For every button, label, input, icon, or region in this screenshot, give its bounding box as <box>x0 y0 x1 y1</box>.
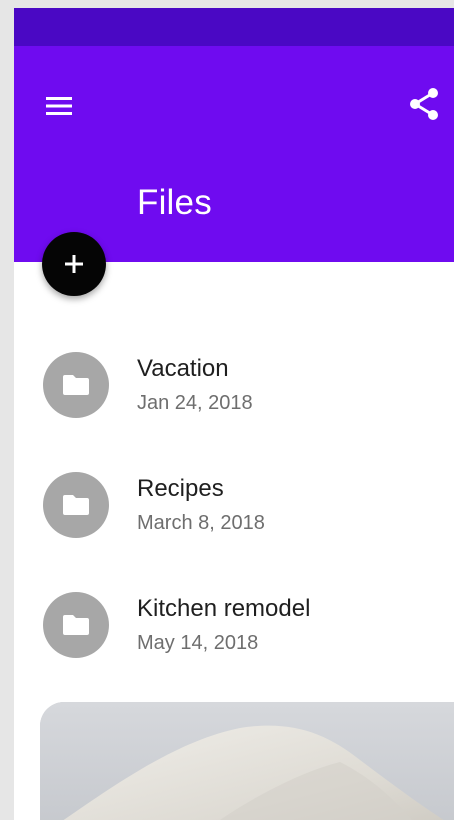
app-bar: Files <box>14 46 454 262</box>
status-bar <box>14 8 454 46</box>
add-button[interactable] <box>42 232 106 296</box>
page-title: Files <box>137 183 212 222</box>
file-name: Vacation <box>137 355 229 382</box>
file-date: May 14, 2018 <box>137 632 259 654</box>
folder-avatar <box>43 592 109 658</box>
phone-screen: Files Vacation Jan 24, 2018 Recipes Marc… <box>14 8 454 820</box>
file-date: March 8, 2018 <box>137 512 265 534</box>
hamburger-menu-icon[interactable] <box>44 94 74 118</box>
file-date: Jan 24, 2018 <box>137 392 253 414</box>
plus-icon <box>65 255 83 273</box>
share-icon[interactable] <box>406 86 442 122</box>
folder-avatar <box>43 472 109 538</box>
file-name: Kitchen remodel <box>137 595 311 622</box>
folder-icon <box>63 495 89 515</box>
folder-avatar <box>43 352 109 418</box>
file-name: Recipes <box>137 475 224 502</box>
folder-icon <box>63 375 89 395</box>
folder-icon <box>63 615 89 635</box>
list-item-kitchen-remodel[interactable]: Kitchen remodel May 14, 2018 <box>14 568 454 668</box>
photo-card[interactable] <box>40 702 454 820</box>
sand-pile-photo <box>40 702 454 820</box>
list-item-vacation[interactable]: Vacation Jan 24, 2018 <box>14 328 454 428</box>
list-item-recipes[interactable]: Recipes March 8, 2018 <box>14 448 454 548</box>
